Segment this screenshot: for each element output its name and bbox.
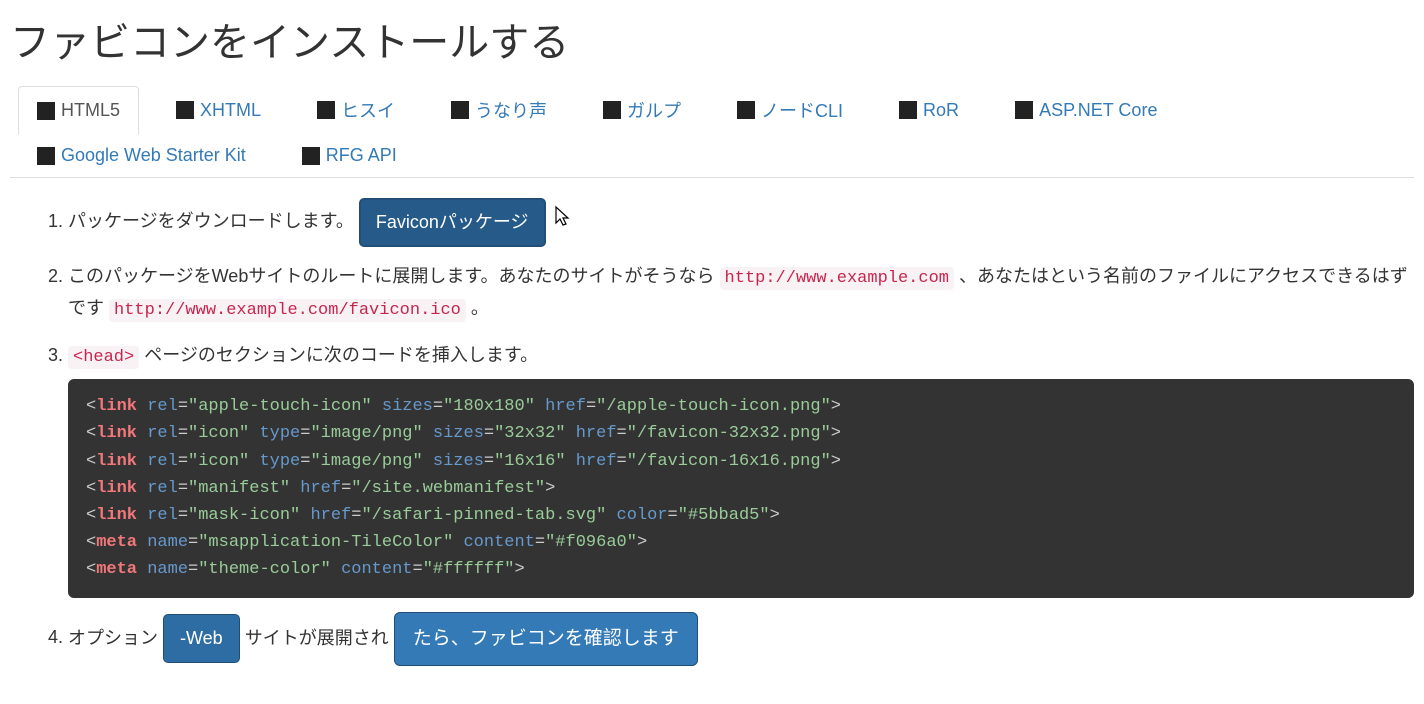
step-2-text-c: 。 <box>471 298 489 318</box>
step-3: <head> ページのセクションに次のコードを挿入します。 <link rel=… <box>68 340 1414 597</box>
web-button[interactable]: -Web <box>163 614 240 663</box>
download-package-button[interactable]: Faviconパッケージ <box>359 198 546 247</box>
tab-icon <box>603 101 621 119</box>
tab-icon <box>302 147 320 165</box>
tab-icon <box>37 102 55 120</box>
install-steps: パッケージをダウンロードします。 Faviconパッケージ このパッケージをWe… <box>10 198 1414 666</box>
tab-label: ガルプ <box>627 97 681 123</box>
code-block[interactable]: <link rel="apple-touch-icon" sizes="180x… <box>68 379 1414 597</box>
tab-icon <box>1015 101 1033 119</box>
tab-html5[interactable]: HTML5 <box>18 86 139 135</box>
head-tag: <head> <box>68 346 139 369</box>
tab-google-web-starter-kit[interactable]: Google Web Starter Kit <box>18 134 265 177</box>
tab-icon <box>176 101 194 119</box>
tab-label: XHTML <box>200 100 261 121</box>
tab-icon <box>37 147 55 165</box>
cursor-icon <box>551 205 571 241</box>
step-1-text: パッケージをダウンロードします。 <box>68 211 354 231</box>
tab--[interactable]: うなり声 <box>432 86 566 134</box>
tab-label: ノードCLI <box>761 97 843 123</box>
example-url: http://www.example.com <box>720 267 954 290</box>
tab--[interactable]: ガルプ <box>584 86 700 134</box>
step-3-text: ページのセクションに次のコードを挿入します。 <box>144 345 538 365</box>
tab-rfg-api[interactable]: RFG API <box>283 134 416 177</box>
tab-label: ASP.NET Core <box>1039 100 1157 121</box>
tab-label: ヒスイ <box>341 97 395 123</box>
tab-label: RFG API <box>326 145 397 166</box>
check-favicon-button[interactable]: たら、ファビコンを確認します <box>394 612 698 666</box>
step-4-text-b: サイトが展開され <box>245 627 389 647</box>
step-1: パッケージをダウンロードします。 Faviconパッケージ <box>68 198 1414 247</box>
favicon-url: http://www.example.com/favicon.ico <box>109 299 466 322</box>
tab-icon <box>899 101 917 119</box>
tab-icon <box>451 101 469 119</box>
tab-icon <box>737 101 755 119</box>
tab-ror[interactable]: RoR <box>880 86 978 134</box>
step-2: このパッケージをWebサイトのルートに展開します。あなたのサイトがそうなら ht… <box>68 261 1414 327</box>
tab-label: HTML5 <box>61 100 120 121</box>
tab--[interactable]: ヒスイ <box>298 86 414 134</box>
tab-label: Google Web Starter Kit <box>61 145 246 166</box>
step-4-text-a: オプション <box>68 627 158 647</box>
page-title: ファビコンをインストールする <box>10 10 1414 68</box>
tab--cli[interactable]: ノードCLI <box>718 86 862 134</box>
tab-icon <box>317 101 335 119</box>
tab-xhtml[interactable]: XHTML <box>157 86 280 134</box>
tab-label: RoR <box>923 100 959 121</box>
tab-bar: HTML5 XHTML ヒスイ うなり声 ガルプ ノードCLI RoR ASP.NET Cor… <box>10 86 1414 178</box>
tab-asp-net-core[interactable]: ASP.NET Core <box>996 86 1176 134</box>
step-2-text-a: このパッケージをWebサイトのルートに展開します。あなたのサイトがそうなら <box>68 266 715 286</box>
step-4: オプション -Web サイトが展開され たら、ファビコンを確認します <box>68 612 1414 666</box>
tab-label: うなり声 <box>475 97 547 123</box>
